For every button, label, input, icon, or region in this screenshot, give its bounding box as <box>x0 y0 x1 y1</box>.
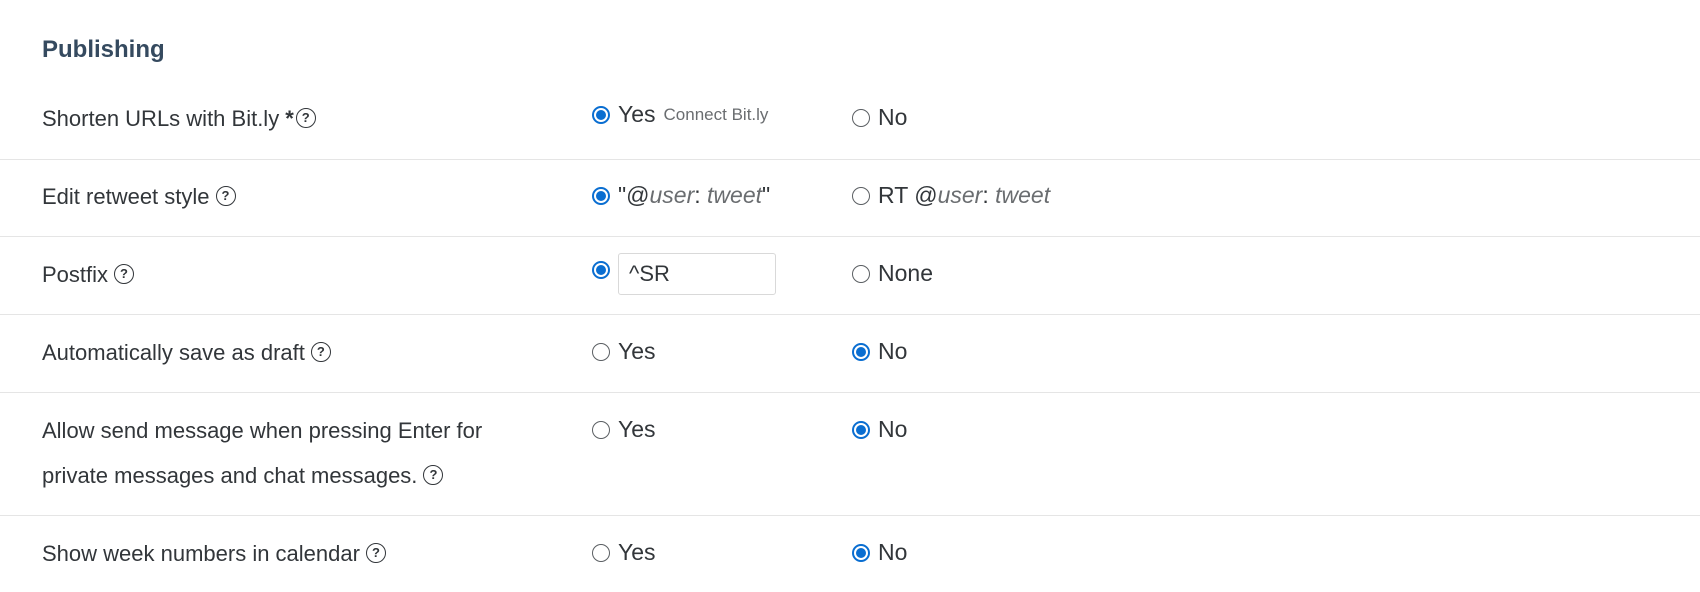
enter-send-yes-label: Yes <box>618 416 656 442</box>
setting-label-week-numbers: Show week numbers in calendar? <box>42 531 562 576</box>
retweet-rt-radio[interactable] <box>852 186 870 205</box>
bitly-yes-option[interactable]: Yes Connect Bit.ly <box>592 101 768 128</box>
setting-label-enter-send: Allow send message when pressing Enter f… <box>42 408 562 498</box>
setting-label-text: Shorten URLs with Bit.ly <box>42 106 280 131</box>
user-placeholder: user <box>937 182 983 208</box>
bitly-no-option[interactable]: No <box>852 104 907 131</box>
week-numbers-yes-radio[interactable] <box>592 543 610 562</box>
help-icon[interactable]: ? <box>295 108 316 129</box>
help-icon[interactable]: ? <box>114 264 135 285</box>
required-mark: * <box>285 106 294 131</box>
enter-send-no-label: No <box>878 416 908 442</box>
retweet-quote-suffix: " <box>762 182 771 208</box>
enter-send-no-radio[interactable] <box>852 420 870 439</box>
user-placeholder: user <box>649 182 695 208</box>
setting-label-text: Show week numbers in calendar <box>42 541 360 566</box>
week-numbers-no-radio[interactable] <box>852 543 870 562</box>
setting-label-draft: Automatically save as draft? <box>42 330 562 375</box>
enter-send-no-option[interactable]: No <box>852 416 907 443</box>
draft-yes-radio[interactable] <box>592 342 610 361</box>
draft-yes-label: Yes <box>618 338 656 364</box>
setting-row-enter-send: Allow send message when pressing Enter f… <box>0 392 1700 516</box>
setting-row-retweet-style: Edit retweet style? "@user: tweet" RT @u… <box>0 159 1700 237</box>
retweet-quote-label: "@user: tweet" <box>618 182 770 209</box>
bitly-no-label: No <box>878 104 908 130</box>
postfix-custom-radio[interactable] <box>592 261 610 279</box>
enter-send-yes-option[interactable]: Yes <box>592 416 656 443</box>
draft-no-option[interactable]: No <box>852 338 907 365</box>
retweet-quote-option[interactable]: "@user: tweet" <box>592 182 770 209</box>
draft-no-label: No <box>878 338 908 364</box>
connect-bitly-link[interactable]: Connect Bit.ly <box>664 105 769 125</box>
setting-label-retweet: Edit retweet style? <box>42 174 562 219</box>
week-numbers-yes-option[interactable]: Yes <box>592 539 656 566</box>
postfix-custom-option[interactable] <box>592 253 776 295</box>
help-icon[interactable]: ? <box>310 342 331 363</box>
separator: : <box>694 182 708 208</box>
setting-row-bitly: Shorten URLs with Bit.ly *? Yes Connect B… <box>0 90 1700 160</box>
week-numbers-no-option[interactable]: No <box>852 539 907 566</box>
retweet-quote-radio[interactable] <box>592 186 610 205</box>
week-numbers-yes-label: Yes <box>618 539 656 565</box>
setting-label-line2-text: private messages and chat messages. <box>42 463 418 488</box>
retweet-quote-prefix: "@ <box>618 182 650 208</box>
setting-label-line1: Allow send message when pressing Enter f… <box>42 418 483 443</box>
retweet-rt-label: RT @user: tweet <box>878 182 1050 209</box>
section-title: Publishing <box>42 36 165 63</box>
postfix-none-label: None <box>878 260 933 286</box>
bitly-yes-radio[interactable] <box>592 105 610 124</box>
setting-row-week-numbers: Show week numbers in calendar? Yes No <box>0 515 1700 592</box>
postfix-none-option[interactable]: None <box>852 260 933 287</box>
setting-row-postfix: Postfix? None <box>0 236 1700 315</box>
help-icon[interactable]: ? <box>423 465 444 486</box>
bitly-no-radio[interactable] <box>852 108 870 127</box>
postfix-input[interactable] <box>618 253 776 295</box>
publishing-settings-panel: Publishing Shorten URLs with Bit.ly *? Ye… <box>0 0 1700 592</box>
retweet-rt-prefix: RT @ <box>878 182 938 208</box>
setting-label-line2: private messages and chat messages.? <box>42 453 562 498</box>
separator: : <box>982 182 996 208</box>
tweet-placeholder: tweet <box>707 182 763 208</box>
draft-yes-option[interactable]: Yes <box>592 338 656 365</box>
setting-row-auto-draft: Automatically save as draft? Yes No <box>0 314 1700 393</box>
setting-label-text: Postfix <box>42 262 109 287</box>
setting-label-bitly: Shorten URLs with Bit.ly *? <box>42 96 562 141</box>
postfix-none-radio[interactable] <box>852 264 870 283</box>
setting-label-text: Edit retweet style <box>42 184 210 209</box>
enter-send-yes-radio[interactable] <box>592 420 610 439</box>
help-icon[interactable]: ? <box>215 186 236 207</box>
week-numbers-no-label: No <box>878 539 908 565</box>
draft-no-radio[interactable] <box>852 342 870 361</box>
bitly-yes-label: Yes <box>618 101 656 127</box>
help-icon[interactable]: ? <box>365 543 386 564</box>
tweet-placeholder: tweet <box>995 182 1051 208</box>
retweet-rt-option[interactable]: RT @user: tweet <box>852 182 1050 209</box>
setting-label-postfix: Postfix? <box>42 252 562 297</box>
setting-label-text: Automatically save as draft <box>42 340 305 365</box>
